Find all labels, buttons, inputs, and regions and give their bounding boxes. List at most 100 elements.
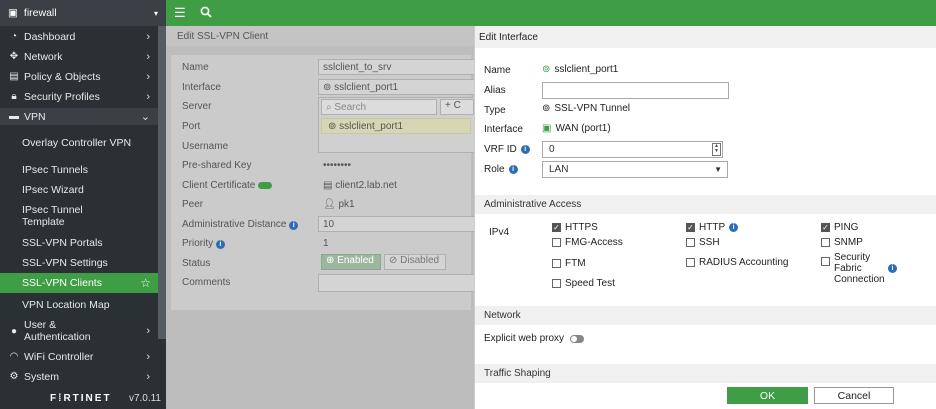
checkbox-snmp[interactable]: SNMP bbox=[821, 237, 863, 248]
server-label: Server bbox=[182, 101, 212, 112]
sidebar-subitem-overlay-controller-vpn[interactable]: Overlay Controller VPN bbox=[0, 129, 158, 157]
checkbox-security-fabric-connection[interactable]: Security Fabric Connection i bbox=[821, 252, 897, 285]
sidebar-item-network[interactable]: ✥ Network › bbox=[0, 48, 158, 65]
checkbox-label: FTM bbox=[565, 258, 586, 269]
search-icon[interactable] bbox=[200, 6, 212, 21]
sidebar-item-system[interactable]: ⚙ System › bbox=[0, 368, 158, 385]
checkbox-ssh[interactable]: SSH bbox=[686, 237, 720, 248]
checkbox-label: PING bbox=[834, 222, 859, 233]
sidebar-item-security-profiles[interactable]: 🔒︎ Security Profiles › bbox=[0, 88, 158, 105]
sidebar-footer: F⁞RTINET v7.0.11 bbox=[0, 387, 166, 409]
checkbox-icon bbox=[686, 258, 695, 267]
checkbox-https[interactable]: ✓ HTTPS bbox=[552, 222, 598, 233]
status-disabled-button[interactable]: ⊘ Disabled bbox=[384, 254, 446, 270]
sidebar-item-user-authentication[interactable]: ● User & Authentication › bbox=[0, 317, 158, 345]
info-icon: i bbox=[888, 264, 897, 273]
sidebar-scrollbar[interactable] bbox=[158, 26, 166, 339]
info-icon: i bbox=[520, 145, 530, 154]
priority-value: 1 bbox=[323, 238, 329, 249]
network-section: Network bbox=[475, 306, 936, 325]
checkbox-http[interactable]: ✓ HTTP i bbox=[686, 222, 739, 233]
ipv4-label: IPv4 bbox=[489, 227, 510, 238]
checkbox-label: SSH bbox=[699, 237, 720, 248]
sidebar-item-label: WiFi Controller bbox=[24, 350, 94, 363]
checkbox-icon bbox=[552, 238, 561, 247]
checkbox-icon bbox=[552, 279, 561, 288]
chevron-down-icon: ⌄ bbox=[140, 111, 150, 123]
comments-textarea[interactable] bbox=[318, 274, 478, 292]
star-icon[interactable]: ☆ bbox=[140, 277, 151, 289]
priority-label: Priority i bbox=[182, 238, 225, 249]
sidebar-subitem-ssl-vpn-portals[interactable]: SSL-VPN Portals bbox=[0, 234, 158, 251]
checkbox-checked-icon: ✓ bbox=[821, 223, 830, 232]
peer-value: 👤︎ pk1 bbox=[323, 199, 355, 210]
explicit-proxy-toggle[interactable] bbox=[570, 334, 585, 343]
checkbox-ftm[interactable]: FTM bbox=[552, 258, 586, 269]
checkbox-label: HTTP bbox=[699, 222, 726, 233]
psk-label: Pre-shared Key bbox=[182, 160, 252, 171]
port-icon: ▣ bbox=[542, 123, 552, 134]
checkbox-label: FMG-Access bbox=[565, 237, 623, 248]
sidebar-subitem-label: SSL-VPN Portals bbox=[22, 236, 103, 249]
top-bar: ☰ bbox=[166, 0, 936, 26]
tunnel-icon: ⊚ bbox=[542, 103, 551, 114]
explicit-proxy-label: Explicit web proxy bbox=[484, 333, 565, 344]
device-icon: ▣ bbox=[8, 7, 18, 19]
name-value: sslclient_to_srv bbox=[323, 62, 392, 73]
device-selector[interactable]: ▣ firewall ▾ bbox=[0, 0, 166, 26]
sidebar-item-dashboard[interactable]: ◔ Dashboard › bbox=[0, 28, 158, 45]
admin-distance-label-text: Administrative Distance bbox=[182, 219, 287, 230]
wifi-icon: ◠ bbox=[9, 351, 19, 362]
checkbox-radius-accounting[interactable]: RADIUS Accounting bbox=[686, 257, 789, 268]
search-placeholder: Search bbox=[334, 102, 367, 113]
edit-interface-dialog: Edit Interface Name ⊚ sslclient_port1 Ali… bbox=[474, 26, 936, 409]
dashboard-icon: ◔ bbox=[10, 31, 18, 42]
sidebar-subitem-ssl-vpn-clients[interactable]: SSL-VPN Clients ☆ bbox=[0, 273, 158, 293]
sidebar-subitem-ssl-vpn-settings[interactable]: SSL-VPN Settings bbox=[0, 254, 158, 271]
checkbox-icon bbox=[821, 257, 830, 266]
sidebar-item-policy-objects[interactable]: ▤ Policy & Objects › bbox=[0, 68, 158, 85]
checkbox-checked-icon: ✓ bbox=[552, 223, 561, 232]
vrf-spinner[interactable]: ▲ ▼ bbox=[712, 143, 721, 156]
chevron-right-icon: › bbox=[146, 90, 150, 103]
dropdown-search: ⌕ Search bbox=[326, 102, 367, 113]
explicit-proxy-row: Explicit web proxy bbox=[484, 333, 585, 344]
sidebar-subitem-vpn-location-map[interactable]: VPN Location Map bbox=[0, 296, 158, 313]
checkbox-fmg-access[interactable]: FMG-Access bbox=[552, 237, 623, 248]
menu-icon[interactable]: ☰ bbox=[174, 5, 186, 21]
vrf-id-input[interactable]: 0 bbox=[542, 141, 723, 158]
peer-label: Peer bbox=[182, 199, 204, 210]
status-enabled-button[interactable]: ⊕ Enabled bbox=[321, 254, 381, 270]
checkbox-speed-test[interactable]: Speed Test bbox=[552, 278, 615, 289]
sidebar-item-wifi-controller[interactable]: ◠ WiFi Controller › bbox=[0, 348, 158, 365]
vpn-icon: ▬ bbox=[9, 111, 19, 122]
ok-button[interactable]: OK bbox=[727, 387, 808, 404]
chevron-right-icon: › bbox=[146, 370, 150, 383]
status-enabled-label: Enabled bbox=[337, 255, 374, 266]
sidebar-subitem-ipsec-wizard[interactable]: IPsec Wizard bbox=[0, 181, 158, 198]
modal-name-text: sslclient_port1 bbox=[554, 64, 619, 75]
role-select[interactable]: LAN ▼ bbox=[542, 161, 728, 178]
dropdown-option-label: ⊚ sslclient_port1 bbox=[328, 121, 404, 132]
cancel-button[interactable]: Cancel bbox=[814, 387, 894, 404]
chevron-right-icon: › bbox=[146, 70, 150, 83]
checkbox-ping[interactable]: ✓ PING bbox=[821, 222, 858, 233]
sidebar-subitem-label: SSL-VPN Settings bbox=[22, 256, 108, 269]
alias-input[interactable] bbox=[542, 82, 729, 99]
checkbox-label: HTTPS bbox=[565, 222, 598, 233]
interface-value-text: sslclient_port1 bbox=[334, 82, 399, 93]
sidebar-item-vpn[interactable]: ▬ VPN ⌄ bbox=[0, 108, 158, 125]
sidebar-subitem-ipsec-tunnel-template[interactable]: IPsec Tunnel Template bbox=[0, 202, 158, 230]
checkbox-icon bbox=[821, 238, 830, 247]
version-label: v7.0.11 bbox=[128, 392, 161, 404]
admin-distance-input[interactable] bbox=[318, 216, 478, 232]
interface-value-text: WAN (port1) bbox=[555, 123, 611, 134]
toggle-icon[interactable] bbox=[258, 181, 273, 189]
alias-label: Alias bbox=[484, 85, 506, 96]
vrf-label-text: VRF ID bbox=[484, 144, 517, 155]
client-cert-value: ▤ client2.lab.net bbox=[323, 180, 397, 191]
create-button[interactable]: + C bbox=[440, 99, 474, 115]
dialog-title: Edit Interface bbox=[475, 26, 936, 48]
name-label: Name bbox=[182, 62, 209, 73]
sidebar-subitem-ipsec-tunnels[interactable]: IPsec Tunnels bbox=[0, 161, 158, 178]
